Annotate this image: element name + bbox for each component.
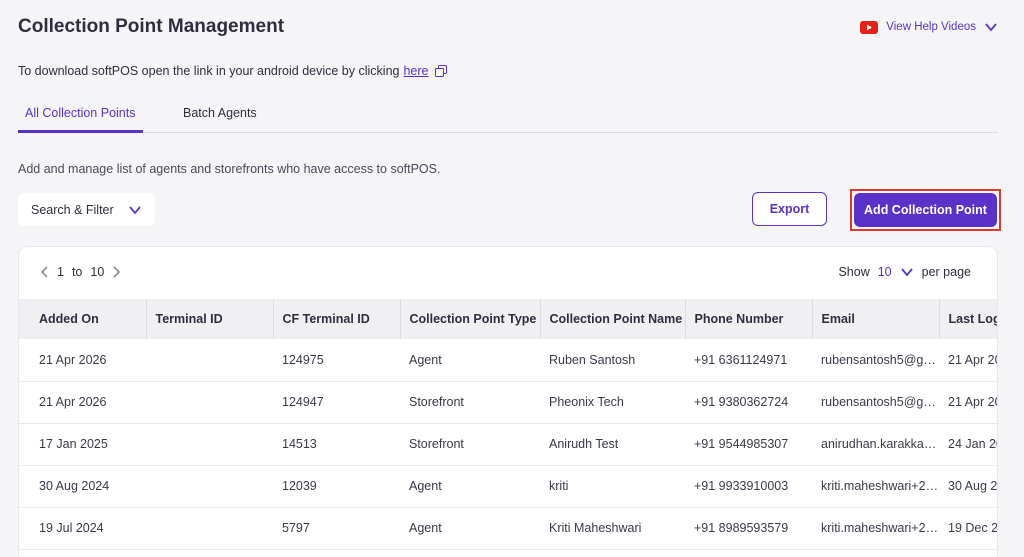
table-cell: 21 Apr 2026 bbox=[19, 381, 146, 424]
table-cell: rubensantosh5@gmail.com bbox=[812, 339, 939, 382]
per-page-label: per page bbox=[921, 265, 971, 279]
table-cell: Agent bbox=[400, 465, 540, 508]
table-cell: 17 Jan 2025 bbox=[19, 423, 146, 466]
table-cell: 21 Apr 2026 bbox=[939, 339, 997, 382]
table-cell: 124947 bbox=[273, 381, 400, 424]
table-row[interactable]: 21 Apr 2026 124975 Agent Ruben Santosh +… bbox=[19, 339, 997, 382]
column-header[interactable]: Collection Point Name bbox=[540, 299, 686, 339]
table-cell: 5797 bbox=[273, 507, 400, 550]
column-header[interactable]: Email bbox=[812, 299, 940, 339]
page-size-selector: Show 10 per page bbox=[838, 265, 971, 279]
table-cell: 19 Jul 2024 bbox=[19, 507, 146, 550]
chevron-down-icon bbox=[984, 20, 998, 34]
table-cell: 14513 bbox=[273, 423, 400, 466]
table-cell bbox=[146, 381, 273, 424]
table-cell: 124975 bbox=[273, 339, 400, 382]
download-instructions: To download softPOS open the link in you… bbox=[18, 64, 447, 78]
table-cell bbox=[146, 339, 273, 382]
column-header[interactable]: CF Terminal ID bbox=[273, 299, 401, 339]
column-header[interactable]: Last Login bbox=[939, 299, 997, 339]
download-text: To download softPOS open the link in you… bbox=[18, 64, 400, 78]
export-button[interactable]: Export bbox=[752, 192, 827, 226]
table-cell: Agent bbox=[400, 507, 540, 550]
table-cell: 21 Apr 2026 bbox=[939, 381, 997, 424]
table-row[interactable]: 21 Apr 2026 124947 Storefront Pheonix Te… bbox=[19, 381, 997, 424]
search-filter-dropdown[interactable]: Search & Filter bbox=[18, 193, 155, 226]
table-cell: anirudhan.karakkad@gmail.com bbox=[812, 423, 939, 466]
table-cell: 30 Aug 2024 bbox=[19, 465, 146, 508]
copy-icon[interactable] bbox=[434, 65, 447, 77]
table-cell: kriti bbox=[540, 465, 685, 508]
column-header[interactable]: Collection Point Type bbox=[400, 299, 541, 339]
add-collection-point-button[interactable]: Add Collection Point bbox=[854, 193, 997, 227]
page-from: 1 bbox=[57, 265, 64, 279]
table-cell: Agent bbox=[400, 339, 540, 382]
show-label: Show bbox=[838, 265, 870, 279]
table-cell: Storefront bbox=[400, 381, 540, 424]
table-cell: 30 Aug 2024 bbox=[939, 465, 997, 508]
help-videos-label: View Help Videos bbox=[886, 21, 976, 33]
table-cell: +91 6361124971 bbox=[685, 339, 812, 382]
chevron-down-icon bbox=[128, 203, 142, 217]
table-cell bbox=[146, 465, 273, 508]
collection-points-table: Added On Terminal ID CF Terminal ID Coll… bbox=[19, 299, 997, 550]
column-header[interactable]: Phone Number bbox=[685, 299, 813, 339]
table-header-row: Added On Terminal ID CF Terminal ID Coll… bbox=[19, 299, 997, 339]
table-cell: rubensantosh5@gmail.com bbox=[812, 381, 939, 424]
table-cell: Kriti Maheshwari bbox=[540, 507, 685, 550]
table-cell: 24 Jan 2025 bbox=[939, 423, 997, 466]
table-row[interactable]: 30 Aug 2024 12039 Agent kriti +91 993391… bbox=[19, 465, 997, 508]
table-cell: +91 8989593579 bbox=[685, 507, 812, 550]
chevron-left-icon[interactable] bbox=[39, 265, 49, 279]
page-size-select[interactable]: 10 bbox=[878, 265, 892, 279]
youtube-icon bbox=[860, 20, 879, 34]
pagination: 1 to 10 bbox=[39, 265, 122, 279]
table-row[interactable]: 19 Jul 2024 5797 Agent Kriti Maheshwari … bbox=[19, 507, 997, 550]
table-cell: Pheonix Tech bbox=[540, 381, 685, 424]
table-row[interactable]: 17 Jan 2025 14513 Storefront Anirudh Tes… bbox=[19, 423, 997, 466]
page-to: 10 bbox=[90, 265, 105, 279]
table-cell: kriti.maheshwari+2@gmail.com bbox=[812, 465, 939, 508]
column-header[interactable]: Terminal ID bbox=[146, 299, 274, 339]
view-help-videos-button[interactable]: View Help Videos bbox=[860, 20, 998, 34]
download-link[interactable]: here bbox=[403, 64, 428, 78]
table-cell: 21 Apr 2026 bbox=[19, 339, 146, 382]
table-cell: +91 9933910003 bbox=[685, 465, 812, 508]
table-cell: +91 9380362724 bbox=[685, 381, 812, 424]
page-description: Add and manage list of agents and storef… bbox=[18, 162, 441, 176]
chevron-down-icon[interactable] bbox=[900, 265, 914, 279]
collection-points-table-card: 1 to 10 Show 10 per page Added On Termin… bbox=[18, 246, 998, 557]
table-cell: Ruben Santosh bbox=[540, 339, 685, 382]
page-to-label: to bbox=[71, 265, 83, 279]
tab-all-collection-points[interactable]: All Collection Points bbox=[18, 96, 143, 133]
table-cell: +91 9544985307 bbox=[685, 423, 812, 466]
table-cell bbox=[146, 423, 273, 466]
table-cell: Anirudh Test bbox=[540, 423, 685, 466]
search-filter-label: Search & Filter bbox=[31, 202, 114, 217]
page-title: Collection Point Management bbox=[18, 16, 285, 37]
tab-batch-agents[interactable]: Batch Agents bbox=[183, 96, 257, 133]
table-cell: 19 Dec 2024 bbox=[939, 507, 997, 550]
chevron-right-icon[interactable] bbox=[112, 265, 122, 279]
table-cell: kriti.maheshwari+2@gmail.com bbox=[812, 507, 939, 550]
table-cell: 12039 bbox=[273, 465, 400, 508]
table-cell: Storefront bbox=[400, 423, 540, 466]
table-cell bbox=[146, 507, 273, 550]
tab-bar: All Collection Points Batch Agents bbox=[18, 96, 998, 133]
column-header[interactable]: Added On bbox=[19, 299, 147, 339]
